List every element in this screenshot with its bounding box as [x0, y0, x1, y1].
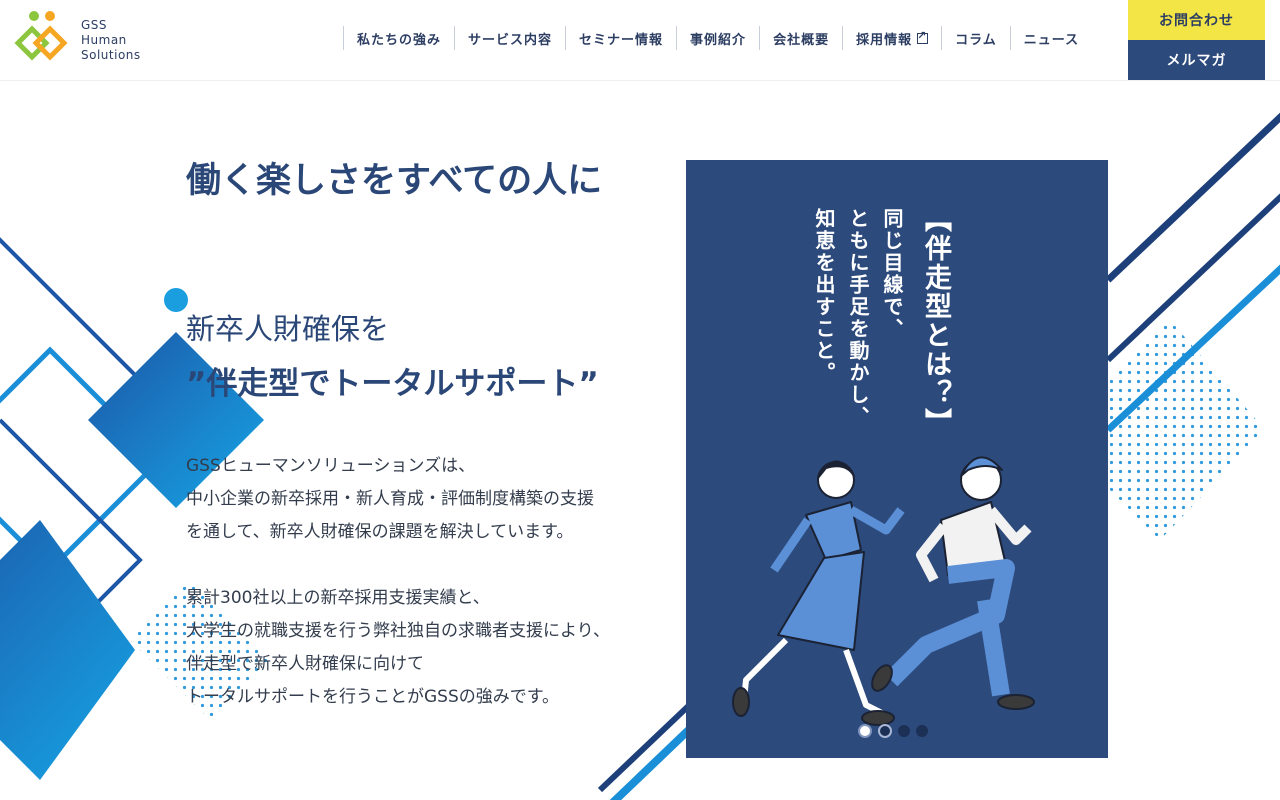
- external-link-icon: [917, 29, 929, 44]
- carousel-dots: [858, 724, 928, 738]
- nav-services[interactable]: サービス内容: [454, 26, 565, 50]
- nav-company[interactable]: 会社概要: [759, 26, 842, 50]
- body-line: 伴走型で新卒人財確保に向けて: [186, 654, 424, 674]
- slide-text-line: 知恵を出すこと。: [812, 208, 836, 384]
- contact-button[interactable]: お問合わせ: [1128, 0, 1265, 40]
- slide-text-line: 同じ目線で、: [880, 208, 904, 340]
- body-line: GSSヒューマンソリューションズは、: [186, 456, 476, 476]
- nav-column[interactable]: コラム: [941, 26, 1010, 50]
- body-line: を通して、新卒人財確保の課題を解決しています。: [186, 522, 574, 542]
- nav-cases[interactable]: 事例紹介: [676, 26, 759, 50]
- logo-mark-icon: [14, 11, 68, 61]
- body-line: 累計300社以上の新卒採用支援実績と、: [186, 588, 490, 608]
- slide-heading: 【伴走型とは？】: [920, 205, 951, 437]
- hero-subtitle-2: ”伴走型でトータルサポート”: [186, 366, 599, 402]
- nav-news[interactable]: ニュース: [1009, 26, 1092, 50]
- carousel-dot-2[interactable]: [878, 724, 892, 738]
- hero-slide: 【伴走型とは？】 同じ目線で、 ともに手足を動かし、 知恵を出すこと。: [686, 160, 1108, 758]
- logo[interactable]: GSS Human Solutions: [14, 10, 154, 70]
- carousel-dot-4[interactable]: [916, 725, 928, 737]
- nav-recruit[interactable]: 採用情報: [842, 26, 941, 50]
- hero-subtitle-1: 新卒人財確保を: [186, 312, 390, 346]
- body-line: トータルサポートを行うことがGSSの強みです。: [186, 687, 560, 707]
- nav-strengths[interactable]: 私たちの強み: [343, 26, 454, 50]
- carousel-dot-1[interactable]: [858, 724, 872, 738]
- hero-body: GSSヒューマンソリューションズは、 中小企業の新卒採用・新人育成・評価制度構築…: [186, 450, 616, 714]
- body-line: 大学生の就職支援を行う弊社独自の求職者支援により、: [186, 621, 610, 641]
- slide-text-line: ともに手足を動かし、: [846, 208, 870, 428]
- logo-text: GSS Human Solutions: [81, 18, 141, 62]
- running-people-illustration: [732, 456, 1035, 726]
- site-header: GSS Human Solutions 私たちの強み サービス内容 セミナー情報…: [0, 0, 1280, 81]
- body-line: 中小企業の新卒採用・新人育成・評価制度構築の支援: [186, 489, 594, 509]
- nav-seminars[interactable]: セミナー情報: [565, 26, 676, 50]
- carousel-dot-3[interactable]: [898, 725, 910, 737]
- hero-title: 働く楽しさをすべての人に: [186, 161, 603, 201]
- main-nav: 私たちの強み サービス内容 セミナー情報 事例紹介 会社概要 採用情報 コラム …: [343, 26, 1092, 50]
- mailmag-button[interactable]: メルマガ: [1128, 40, 1265, 80]
